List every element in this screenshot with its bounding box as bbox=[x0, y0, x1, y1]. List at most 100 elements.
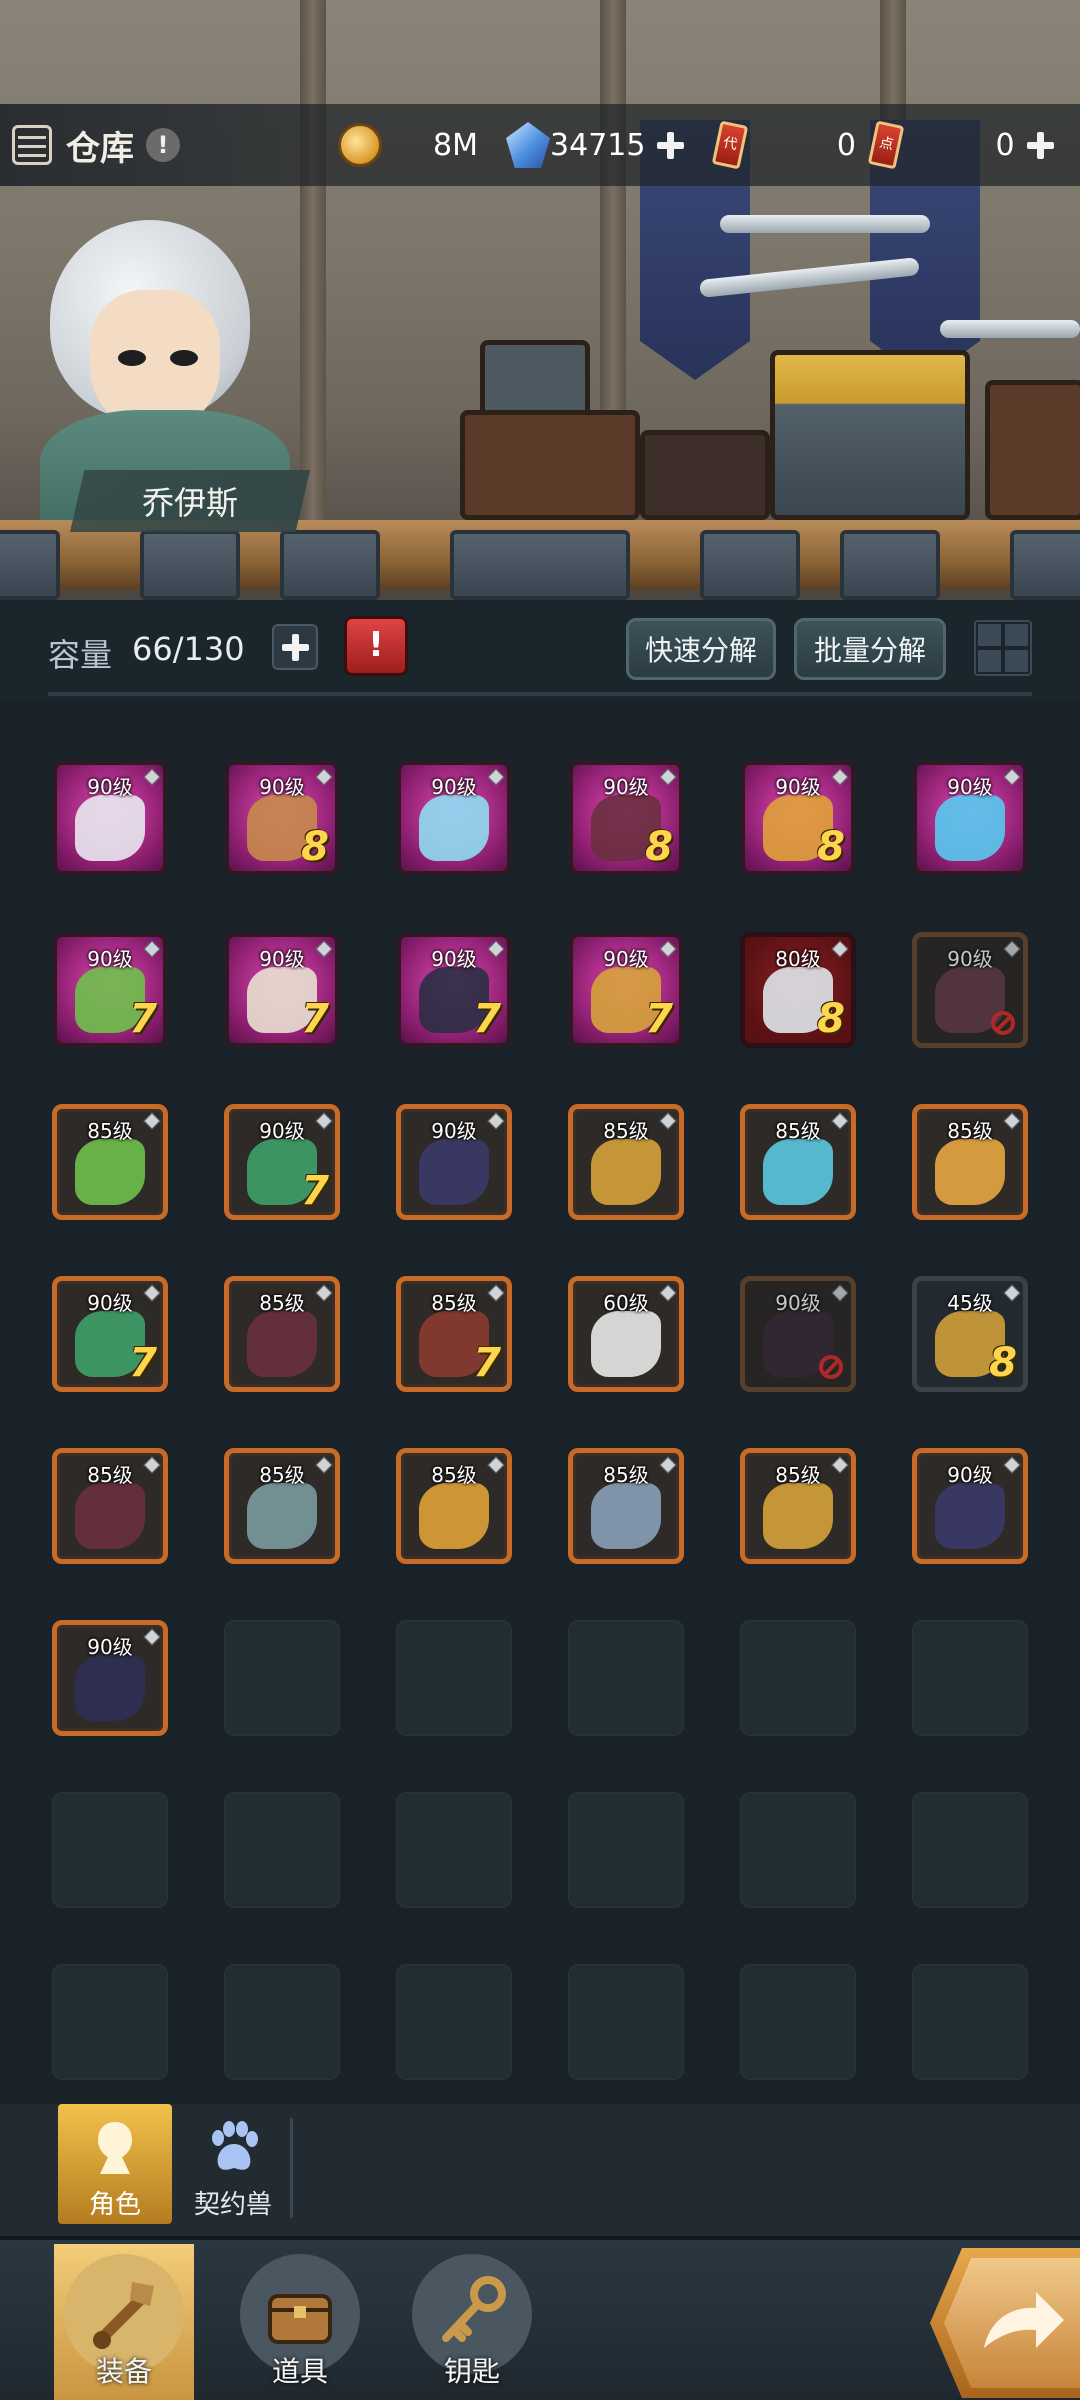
capacity-alert-bag-icon[interactable]: ! bbox=[344, 616, 408, 676]
inventory-item-slot[interactable]: 90级 bbox=[396, 1104, 512, 1220]
expand-capacity-button[interactable] bbox=[272, 624, 318, 670]
inventory-item-slot[interactable]: 90级 7 bbox=[52, 932, 168, 1048]
voucher-resource: 代 0 bbox=[711, 104, 856, 186]
capacity-bar: 容量 66/130 ! 快速分解 批量分解 bbox=[0, 600, 1080, 700]
info-icon[interactable]: ! bbox=[146, 128, 180, 162]
gem-gauntlet-icon bbox=[591, 1483, 661, 1549]
grid-view-toggle-icon[interactable] bbox=[974, 620, 1032, 676]
inventory-item-slot[interactable]: 60级 bbox=[568, 1276, 684, 1392]
inventory-item-slot[interactable]: 90级 7 bbox=[224, 932, 340, 1048]
go-forward-button[interactable] bbox=[930, 2248, 1080, 2398]
ice-sword-icon bbox=[419, 795, 489, 861]
inventory-item-slot[interactable]: 90级 8 bbox=[568, 760, 684, 876]
item-star-count: 7 bbox=[473, 1340, 501, 1386]
inventory-item-slot[interactable]: 90级 bbox=[52, 760, 168, 876]
inventory-item-slot[interactable]: 90级 bbox=[396, 760, 512, 876]
character-face bbox=[90, 290, 220, 430]
inventory-grid: 90级 90级 8 90级 90级 8 90级 8 90级 90级 7 90级 7 90级 7 90级 7 80级… bbox=[0, 700, 1080, 2100]
boots-icon bbox=[247, 1311, 317, 1377]
scene-treasure-chest bbox=[770, 350, 970, 520]
inventory-item-slot[interactable]: 85级 bbox=[224, 1448, 340, 1564]
empty-slot bbox=[912, 1964, 1028, 2080]
batch-dismantle-button[interactable]: 批量分解 bbox=[794, 618, 946, 680]
warehouse-screen: 乔伊斯 仓库 ! 8M 34715 代 0 点 0 容量 66/130 ! 快速… bbox=[0, 0, 1080, 2400]
inventory-item-slot[interactable]: 90级 bbox=[912, 760, 1028, 876]
empty-slot bbox=[396, 1792, 512, 1908]
add-points-button[interactable] bbox=[1023, 128, 1055, 162]
inventory-item-slot[interactable]: 85级 bbox=[568, 1448, 684, 1564]
inventory-item-slot[interactable]: 80级 8 bbox=[740, 932, 856, 1048]
nav-keys[interactable]: 钥匙 bbox=[402, 2244, 542, 2400]
inventory-item-slot[interactable]: 90级 8 bbox=[224, 760, 340, 876]
page-title: 仓库 bbox=[66, 128, 134, 169]
inventory-item-slot[interactable]: 45级 8 bbox=[912, 1276, 1028, 1392]
subtab-contract-beast[interactable]: 契约兽 bbox=[176, 2104, 290, 2224]
inventory-item-slot[interactable]: 90级 bbox=[912, 1448, 1028, 1564]
inventory-item-slot[interactable]: 85级 bbox=[224, 1276, 340, 1392]
red-voucher-icon: 代 bbox=[711, 120, 749, 170]
inventory-item-slot[interactable]: 85级 bbox=[568, 1104, 684, 1220]
empty-slot bbox=[740, 1964, 856, 2080]
add-gems-button[interactable] bbox=[653, 128, 686, 162]
shelf-plate bbox=[700, 530, 800, 600]
boots-icon bbox=[75, 1483, 145, 1549]
empty-slot bbox=[52, 1964, 168, 2080]
inventory-item-slot[interactable]: 90级 7 bbox=[224, 1104, 340, 1220]
white-blade-icon bbox=[591, 1311, 661, 1377]
empty-slot bbox=[568, 1792, 684, 1908]
shadow-gauntlet-icon bbox=[419, 1139, 489, 1205]
empty-slot bbox=[224, 1620, 340, 1736]
subtab-character-label: 角色 bbox=[88, 2190, 141, 2220]
inventory-item-slot[interactable]: 85级 7 bbox=[396, 1276, 512, 1392]
inventory-item-slot[interactable]: 90级 bbox=[740, 1276, 856, 1392]
arrow-icon bbox=[944, 2258, 1080, 2388]
inventory-item-slot[interactable]: 85级 bbox=[740, 1104, 856, 1220]
nav-equipment-label: 装备 bbox=[95, 2355, 152, 2388]
unusable-icon bbox=[819, 1355, 843, 1379]
empty-slot bbox=[912, 1620, 1028, 1736]
points-value: 0 bbox=[995, 127, 1015, 163]
item-star-count: 7 bbox=[473, 996, 501, 1042]
subtab-character[interactable]: 角色 bbox=[58, 2104, 172, 2224]
inventory-item-slot[interactable]: 85级 bbox=[396, 1448, 512, 1564]
inventory-item-slot[interactable]: 90级 bbox=[52, 1620, 168, 1736]
empty-slot bbox=[568, 1620, 684, 1736]
gem-necklace-icon bbox=[763, 1139, 833, 1205]
empty-slot bbox=[224, 1792, 340, 1908]
nav-items[interactable]: 道具 bbox=[230, 2244, 370, 2400]
blue-crystal-icon bbox=[506, 122, 551, 168]
scene-sword bbox=[940, 320, 1080, 338]
inventory-item-slot[interactable]: 85级 bbox=[52, 1104, 168, 1220]
quick-dismantle-button[interactable]: 快速分解 bbox=[626, 618, 776, 680]
feather-blade-icon bbox=[419, 1483, 489, 1549]
inventory-item-slot[interactable]: 90级 8 bbox=[740, 760, 856, 876]
inventory-item-slot[interactable]: 90级 7 bbox=[52, 1276, 168, 1392]
scene-chest bbox=[640, 430, 770, 520]
empty-slot bbox=[912, 1792, 1028, 1908]
inventory-item-slot[interactable]: 90级 7 bbox=[396, 932, 512, 1048]
inventory-item-slot[interactable]: 90级 bbox=[912, 932, 1028, 1048]
resource-bar: 仓库 ! 8M 34715 代 0 点 0 bbox=[0, 104, 1080, 186]
inventory-item-slot[interactable]: 85级 bbox=[912, 1104, 1028, 1220]
voucher-value: 0 bbox=[836, 127, 856, 163]
gold-value: 8M bbox=[433, 127, 478, 163]
subtab-separator bbox=[290, 2118, 293, 2218]
warehouse-icon bbox=[12, 125, 52, 165]
nav-keys-label: 钥匙 bbox=[443, 2355, 500, 2388]
gem-value: 34715 bbox=[550, 127, 646, 163]
title-area: 仓库 ! bbox=[0, 104, 310, 186]
red-points-ticket-icon: 点 bbox=[867, 120, 905, 170]
shelf-plates bbox=[0, 530, 1080, 600]
character-eye bbox=[118, 350, 146, 366]
dagger-icon bbox=[247, 1483, 317, 1549]
nav-equipment[interactable]: 装备 bbox=[54, 2244, 194, 2400]
character-silhouette-icon bbox=[98, 2122, 132, 2174]
dark-pants-icon bbox=[75, 1655, 145, 1721]
inventory-item-slot[interactable]: 85级 bbox=[740, 1448, 856, 1564]
empty-slot bbox=[224, 1964, 340, 2080]
inventory-item-slot[interactable]: 85级 bbox=[52, 1448, 168, 1564]
item-star-count: 7 bbox=[129, 996, 157, 1042]
gold-ring-icon bbox=[935, 1139, 1005, 1205]
inventory-item-slot[interactable]: 90级 7 bbox=[568, 932, 684, 1048]
empty-slot bbox=[740, 1620, 856, 1736]
